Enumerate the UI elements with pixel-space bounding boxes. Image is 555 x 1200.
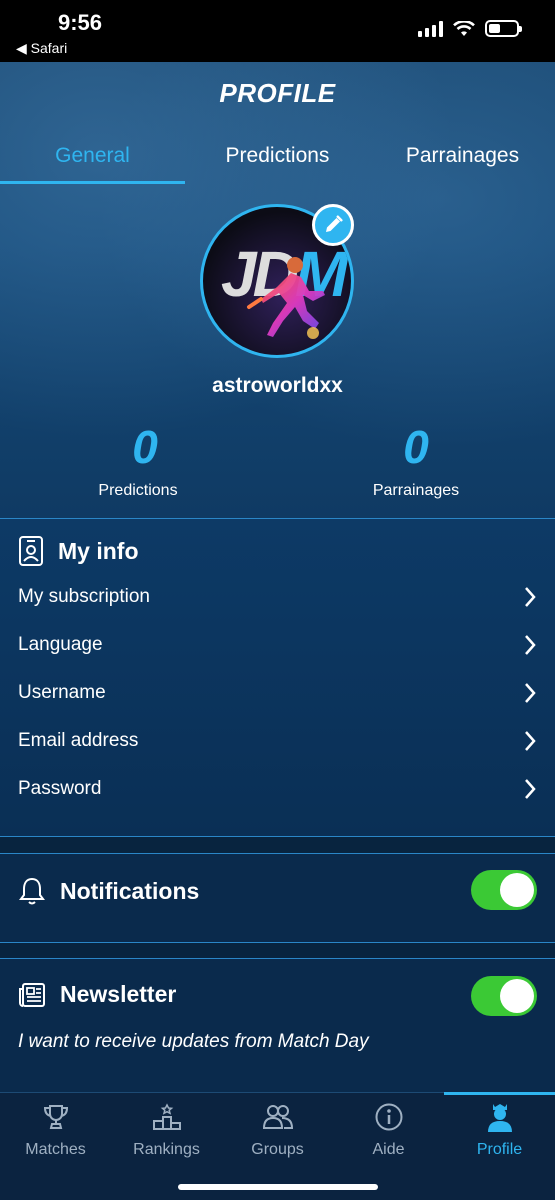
notifications-title: Notifications (60, 877, 200, 904)
pencil-icon (326, 215, 343, 232)
parrainages-count: 0 (403, 421, 429, 473)
newsletter-description: I want to receive updates from Match Day (18, 1031, 369, 1052)
info-icon (375, 1103, 402, 1131)
parrainages-count-label: Parrainages (372, 482, 460, 499)
divider (0, 836, 555, 837)
tabbar-profile[interactable]: Profile (444, 1101, 555, 1159)
newsletter-toggle[interactable] (471, 976, 537, 1016)
profile-tabs: General Predictions Parrainages (0, 130, 555, 184)
chevron-right-icon (525, 683, 536, 703)
tabbar-rankings-label: Rankings (133, 1141, 200, 1158)
podium-icon (152, 1103, 181, 1130)
predictions-count: 0 (132, 421, 158, 473)
tab-parrainages[interactable]: Parrainages (370, 130, 555, 184)
my-info-header: My info (18, 535, 139, 567)
chevron-right-icon (525, 779, 536, 799)
newsletter-header: Newsletter (18, 981, 176, 1008)
password-label: Password (18, 778, 102, 799)
profile-icon (487, 1104, 512, 1132)
chevron-right-icon (525, 635, 536, 655)
status-time: 9:56 (58, 10, 103, 35)
trophy-icon (43, 1105, 68, 1129)
email-address-label: Email address (18, 730, 139, 751)
my-info-title: My info (58, 537, 139, 564)
tabbar-aide-label: Aide (372, 1141, 405, 1158)
status-icons (418, 20, 522, 37)
tab-predictions[interactable]: Predictions (185, 130, 370, 184)
language-row[interactable]: Language (18, 625, 537, 665)
predictions-count-label: Predictions (98, 482, 178, 499)
edit-avatar-button[interactable] (312, 204, 354, 246)
chevron-right-icon (525, 587, 536, 607)
page-title: PROFILE (219, 78, 336, 108)
tabbar-groups-label: Groups (251, 1141, 304, 1158)
tabbar-matches[interactable]: Matches (0, 1101, 111, 1159)
tabbar-profile-label: Profile (476, 1141, 523, 1158)
tabbar-rankings[interactable]: Rankings (111, 1101, 222, 1159)
active-tab-indicator (444, 1092, 555, 1095)
notifications-header: Notifications (18, 876, 199, 906)
notifications-section: Notifications (0, 853, 555, 943)
avatar-container: JDM (200, 204, 354, 358)
my-subscription-label: My subscription (18, 586, 150, 607)
battery-icon (485, 20, 522, 37)
email-address-row[interactable]: Email address (18, 721, 537, 761)
language-label: Language (18, 634, 103, 655)
profile-header: PROFILE General Predictions Parrainages … (0, 62, 555, 518)
group-icon (262, 1105, 293, 1129)
id-badge-icon (19, 536, 43, 566)
tabbar-aide[interactable]: Aide (333, 1101, 444, 1159)
wifi-icon (453, 21, 475, 36)
status-bar: 9:56 ◀ Safari (0, 0, 555, 62)
tabbar-groups[interactable]: Groups (222, 1101, 333, 1159)
tabbar-matches-label: Matches (25, 1141, 86, 1158)
password-row[interactable]: Password (18, 769, 537, 809)
username-row[interactable]: Username (18, 673, 537, 713)
username: astroworldxx (212, 374, 343, 397)
home-indicator[interactable] (178, 1184, 378, 1190)
newspaper-icon (19, 982, 45, 1007)
bell-icon (19, 877, 45, 905)
cellular-signal-icon (418, 21, 443, 37)
my-subscription-row[interactable]: My subscription (18, 577, 537, 617)
back-to-safari-link[interactable]: ◀ Safari (16, 40, 67, 57)
my-info-section: My info My subscription Language Usernam… (0, 518, 555, 836)
username-label: Username (18, 682, 106, 703)
notifications-toggle[interactable] (471, 870, 537, 910)
tab-general[interactable]: General (0, 130, 185, 184)
newsletter-title: Newsletter (60, 981, 177, 1007)
newsletter-section: Newsletter I want to receive updates fro… (0, 958, 555, 1092)
chevron-right-icon (525, 731, 536, 751)
